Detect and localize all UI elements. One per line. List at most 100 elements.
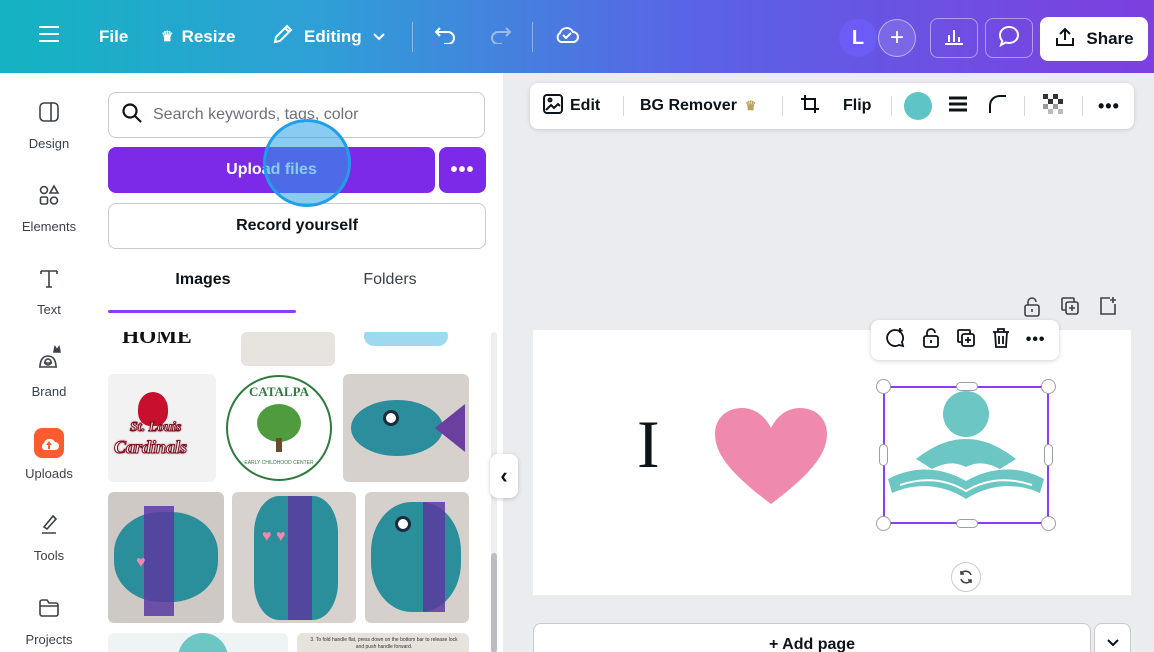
image-thumbnail[interactable]: HOME	[108, 332, 218, 344]
divider	[623, 96, 624, 116]
duplicate-page-button[interactable]	[1060, 296, 1080, 324]
save-status-button[interactable]	[554, 0, 580, 73]
resize-handle-top-left[interactable]	[876, 379, 891, 394]
tab-images[interactable]: Images	[108, 271, 298, 289]
add-page-dropdown-button[interactable]	[1094, 623, 1131, 652]
rail-item-uploads[interactable]: Uploads	[0, 428, 98, 481]
more-element-options-button[interactable]: •••	[1026, 331, 1046, 349]
text-icon	[38, 267, 60, 294]
tab-label: Folders	[363, 271, 417, 288]
editing-label: Editing	[304, 26, 362, 46]
corner-rounding-button[interactable]	[988, 83, 1008, 129]
image-thumbnail[interactable]: 3. To fold handle flat, press down on th…	[297, 633, 469, 652]
rotate-handle[interactable]	[951, 562, 981, 592]
resize-handle-left[interactable]	[879, 444, 888, 466]
cloud-upload-icon	[34, 428, 64, 458]
image-thumbnail[interactable]	[241, 332, 335, 366]
lock-element-button[interactable]	[921, 327, 941, 354]
color-swatch-button[interactable]	[904, 83, 932, 129]
shapes-icon	[38, 184, 60, 211]
thumbnail-text: CATALPA	[249, 384, 309, 399]
more-options-button[interactable]: •••	[1098, 83, 1120, 129]
add-page-button[interactable]	[1098, 296, 1118, 324]
heart-element[interactable]	[711, 404, 831, 508]
comments-button[interactable]	[985, 18, 1033, 58]
fish-eye	[395, 516, 411, 532]
rail-item-text[interactable]: Text	[0, 267, 98, 317]
duplicate-icon	[1061, 297, 1079, 315]
crop-button[interactable]	[800, 83, 820, 129]
heart-icon	[715, 408, 827, 504]
redo-icon	[488, 24, 512, 49]
pencil-icon	[272, 23, 294, 50]
file-menu[interactable]: File	[99, 0, 128, 73]
insights-button[interactable]	[930, 18, 978, 58]
image-thumbnail[interactable]: ♥ ♥	[232, 492, 356, 623]
editing-mode-dropdown[interactable]: Editing	[272, 0, 386, 73]
image-thumbnail[interactable]	[108, 633, 288, 652]
selection-box	[883, 386, 1049, 524]
thumbnail-text: EARLY CHILDHOOD CENTER	[244, 460, 314, 466]
divider	[1082, 96, 1083, 116]
edit-label: Edit	[570, 97, 601, 114]
avatar[interactable]: L	[839, 19, 877, 57]
comment-add-button[interactable]	[884, 327, 906, 354]
collapse-panel-button[interactable]: ‹	[490, 454, 518, 498]
resize-handle-bottom-right[interactable]	[1041, 516, 1056, 531]
image-context-toolbar: Edit BG Remover ♛ Flip •••	[530, 83, 1134, 129]
more-options-icon: •••	[450, 158, 475, 181]
rail-item-projects[interactable]: Projects	[0, 597, 98, 647]
left-rail: Design Elements Text Brand Uploads Tools	[0, 73, 98, 652]
scrollbar-thumb[interactable]	[491, 553, 497, 652]
resize-button[interactable]: ♛ Resize	[161, 0, 235, 73]
active-tab-indicator	[108, 310, 296, 313]
rail-item-elements[interactable]: Elements	[0, 184, 98, 234]
add-page-bar-button[interactable]: + Add page	[533, 623, 1091, 652]
resize-handle-right[interactable]	[1044, 444, 1053, 466]
pen-tool-icon	[38, 513, 60, 540]
more-options-icon: •••	[1025, 331, 1046, 348]
divider	[412, 22, 413, 52]
resize-handle-top[interactable]	[956, 382, 978, 391]
resize-handle-bottom[interactable]	[956, 519, 978, 528]
image-thumbnail[interactable]: CATALPA EARLY CHILDHOOD CENTER	[224, 374, 334, 484]
shark-body	[371, 502, 461, 612]
share-button[interactable]: Share	[1040, 17, 1148, 61]
text-element[interactable]: I	[637, 410, 660, 478]
duplicate-element-button[interactable]	[956, 328, 976, 353]
add-page-label: + Add page	[768, 636, 856, 652]
image-thumbnail[interactable]	[343, 374, 469, 482]
image-thumbnail[interactable]	[360, 332, 452, 350]
image-thumbnail[interactable]: St. Louis Cardinals	[108, 374, 216, 482]
rail-item-brand[interactable]: Brand	[0, 343, 98, 399]
cloud-check-icon	[554, 23, 580, 50]
delete-element-button[interactable]	[991, 327, 1011, 354]
record-yourself-button[interactable]: Record yourself	[108, 203, 486, 249]
add-collaborator-button[interactable]: +	[878, 19, 916, 57]
image-thumbnail[interactable]	[365, 492, 469, 623]
upload-options-button[interactable]: •••	[439, 147, 486, 193]
rail-item-tools[interactable]: Tools	[0, 513, 98, 563]
menu-button[interactable]	[38, 0, 60, 73]
rail-item-design[interactable]: Design	[0, 101, 98, 151]
rail-label: Tools	[33, 548, 65, 563]
resize-handle-top-right[interactable]	[1041, 379, 1056, 394]
bg-remover-button[interactable]: BG Remover ♛	[640, 83, 757, 129]
undo-button[interactable]	[434, 0, 458, 73]
top-bar: File ♛ Resize Editing L + Share	[0, 0, 1154, 73]
tree-trunk	[276, 438, 282, 452]
chevron-left-icon: ‹	[500, 463, 508, 488]
border-style-button[interactable]	[948, 83, 968, 129]
edit-image-button[interactable]: Edit	[542, 83, 600, 129]
transparency-button[interactable]	[1042, 83, 1064, 129]
chevron-down-icon	[1106, 639, 1119, 647]
resize-handle-bottom-left[interactable]	[876, 516, 891, 531]
duplicate-icon	[957, 328, 975, 347]
more-options-icon: •••	[1098, 95, 1120, 116]
color-swatch	[904, 92, 932, 120]
flip-button[interactable]: Flip	[843, 83, 871, 129]
tab-folders[interactable]: Folders	[295, 271, 485, 289]
image-thumbnail[interactable]: ♥	[108, 492, 224, 623]
thumbnail-art	[178, 633, 228, 652]
redo-button[interactable]	[488, 0, 512, 73]
